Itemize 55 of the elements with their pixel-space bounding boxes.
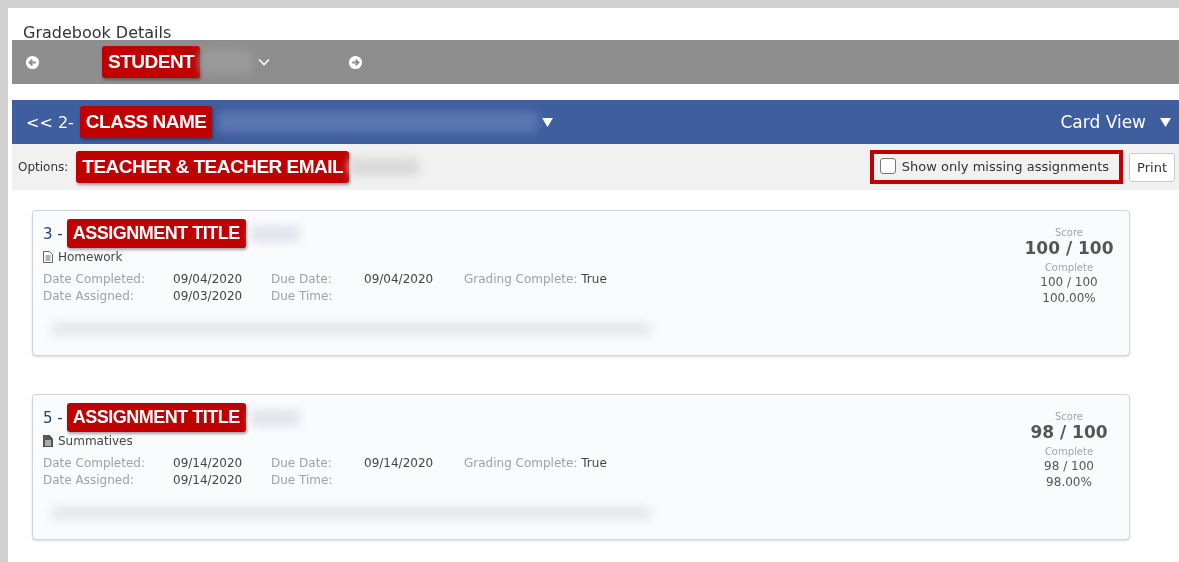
dropdown-icon[interactable] xyxy=(542,117,554,127)
complete-value: 100 / 100 xyxy=(1040,275,1098,289)
complete-label: Complete xyxy=(1044,446,1094,457)
complete-label: Complete xyxy=(1044,262,1094,273)
field-value: 09/14/2020 xyxy=(364,456,435,470)
document-icon xyxy=(43,435,53,447)
field-value: 09/04/2020 xyxy=(173,272,244,286)
document-icon xyxy=(43,251,53,263)
view-selector[interactable]: Card View xyxy=(1060,112,1146,132)
assignment-number: 5 - xyxy=(43,408,63,427)
assignment-number: 3 - xyxy=(43,224,63,243)
dropdown-icon[interactable] xyxy=(1160,117,1171,127)
assignment-title: ASSIGNMENT TITLE xyxy=(66,219,246,248)
field-label: Date Completed: xyxy=(43,272,146,286)
page-title: Gradebook Details xyxy=(22,22,173,40)
field-value: 09/03/2020 xyxy=(173,289,244,303)
blurred-email xyxy=(349,158,420,176)
class-prefix: << 2- xyxy=(26,112,74,132)
missing-filter[interactable]: Show only missing assignments xyxy=(869,150,1124,184)
category: Homework xyxy=(58,250,123,264)
student-label: STUDENT xyxy=(102,46,201,78)
print-button[interactable]: Print xyxy=(1129,152,1175,182)
field-label: Date Assigned: xyxy=(43,289,135,303)
field-label: Due Time: xyxy=(271,289,334,303)
assignment-title: ASSIGNMENT TITLE xyxy=(66,403,246,432)
class-label: CLASS NAME xyxy=(79,106,213,138)
chevron-down-icon[interactable] xyxy=(258,58,271,66)
field-label: Date Completed: xyxy=(43,456,146,470)
field-label: Grading Complete: xyxy=(464,456,578,470)
field-label: Grading Complete: xyxy=(464,272,578,286)
field-value: 09/14/2020 xyxy=(173,456,244,470)
field-label: Due Date: xyxy=(271,456,333,470)
field-value: 09/04/2020 xyxy=(364,272,435,286)
percent: 98.00% xyxy=(1046,475,1092,489)
percent: 100.00% xyxy=(1042,291,1096,305)
checkbox-label: Show only missing assignments xyxy=(901,158,1110,174)
options-label: Options: xyxy=(18,160,69,174)
field-label: Due Time: xyxy=(271,473,334,487)
checkbox[interactable] xyxy=(879,158,896,174)
blurred-title xyxy=(249,408,300,427)
field-value: True xyxy=(581,456,607,470)
blurred-title xyxy=(249,224,300,243)
field-value: 09/14/2020 xyxy=(173,473,244,487)
category: Summatives xyxy=(58,434,133,448)
complete-value: 98 / 100 xyxy=(1044,459,1094,473)
field-value: True xyxy=(581,272,607,286)
field-label: Date Assigned: xyxy=(43,473,135,487)
score: 100 / 100 xyxy=(1024,238,1114,258)
next-icon[interactable] xyxy=(348,54,364,70)
teacher-label: TEACHER & TEACHER EMAIL xyxy=(76,151,350,183)
score-label: Score xyxy=(1055,411,1083,422)
score: 98 / 100 xyxy=(1030,422,1108,442)
field-label: Due Date: xyxy=(271,272,333,286)
previous-icon[interactable] xyxy=(25,54,40,70)
score-label: Score xyxy=(1055,227,1083,238)
